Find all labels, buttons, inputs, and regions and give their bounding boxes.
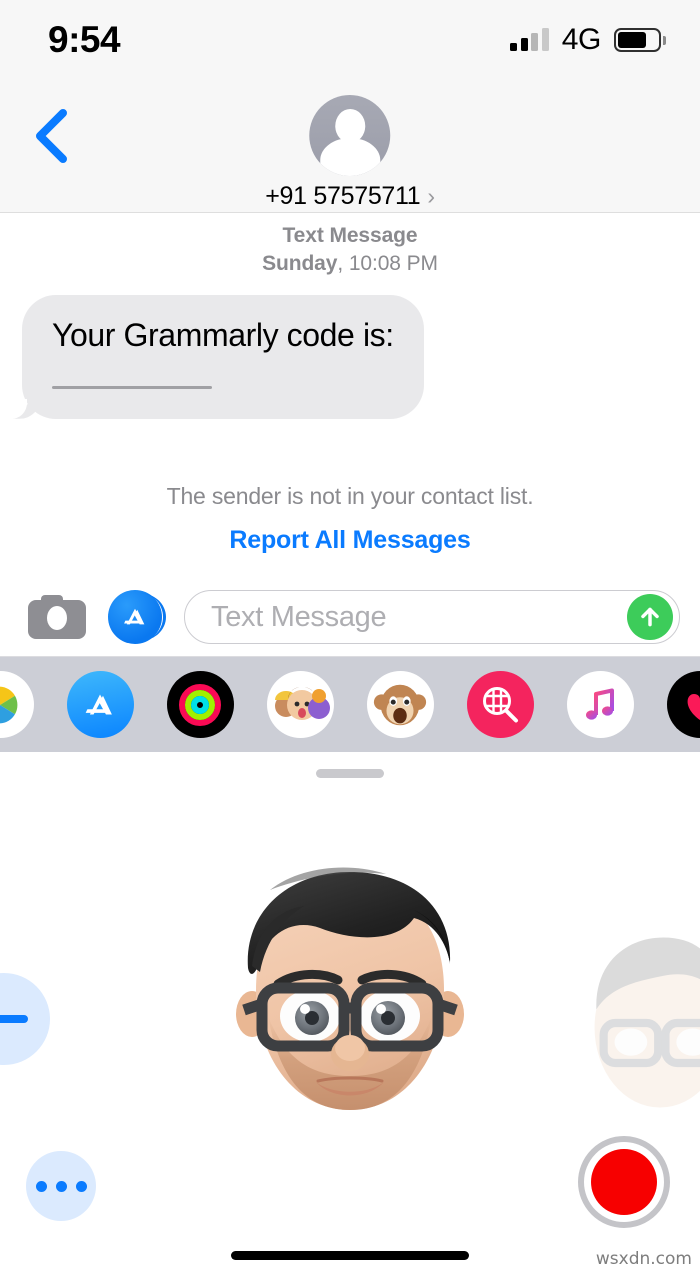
message-meta: Text Message Sunday, 10:08 PM bbox=[0, 213, 700, 276]
camera-button[interactable] bbox=[28, 595, 86, 639]
memoji-selected[interactable] bbox=[200, 848, 500, 1148]
chevron-left-icon bbox=[36, 109, 67, 163]
imessage-apps-button[interactable] bbox=[108, 590, 166, 644]
message-input-bar: Text Message bbox=[0, 578, 700, 657]
activity-rings-icon bbox=[175, 679, 225, 730]
memoji-panel bbox=[0, 755, 700, 1277]
navigation-bar: +91 57575711 › bbox=[0, 80, 700, 213]
watermark: wsxdn.com bbox=[595, 1249, 692, 1269]
app-drawer-item-images[interactable] bbox=[450, 671, 550, 738]
animoji-monkey-icon bbox=[371, 675, 429, 734]
redacted-code-line bbox=[52, 385, 212, 389]
app-drawer-item-fitness[interactable] bbox=[150, 671, 250, 738]
arrow-up-icon bbox=[641, 607, 659, 627]
network-type-label: 4G bbox=[561, 23, 602, 56]
battery-icon bbox=[614, 28, 666, 52]
memoji-stickers-icon bbox=[269, 673, 331, 736]
add-memoji-button[interactable] bbox=[0, 973, 50, 1065]
app-drawer-item-animoji[interactable] bbox=[350, 671, 450, 738]
contact-header[interactable]: +91 57575711 › bbox=[265, 95, 435, 211]
message-day-label: Sunday bbox=[262, 252, 338, 275]
text-message-field[interactable]: Text Message bbox=[184, 590, 680, 644]
status-bar-indicators: 4G bbox=[510, 23, 666, 57]
app-drawer-item-activity-sharing[interactable] bbox=[650, 671, 700, 738]
avatar bbox=[309, 95, 391, 176]
app-store-icon bbox=[85, 694, 112, 714]
chevron-right-icon: › bbox=[427, 183, 435, 209]
send-button[interactable] bbox=[627, 594, 673, 640]
photos-icon bbox=[0, 682, 22, 727]
images-search-icon bbox=[483, 686, 518, 722]
unknown-sender-notice: The sender is not in your contact list. … bbox=[0, 483, 700, 555]
heart-icon bbox=[676, 680, 700, 729]
app-drawer-item-app-store[interactable] bbox=[50, 671, 150, 738]
more-options-button[interactable] bbox=[26, 1151, 96, 1221]
message-type-label: Text Message bbox=[282, 224, 418, 247]
home-indicator[interactable] bbox=[231, 1251, 469, 1260]
app-drawer-item-memoji-stickers[interactable] bbox=[250, 671, 350, 738]
report-all-messages-link[interactable]: Report All Messages bbox=[229, 526, 470, 555]
memoji-next-preview[interactable] bbox=[565, 923, 700, 1123]
status-bar-time: 9:54 bbox=[48, 19, 121, 60]
status-bar: 9:54 4G bbox=[0, 0, 700, 80]
app-store-icon bbox=[124, 608, 145, 625]
message-time-label: , 10:08 PM bbox=[337, 252, 438, 275]
message-bubble-incoming[interactable]: Your Grammarly code is: bbox=[7, 295, 424, 419]
contact-name: +91 57575711 bbox=[265, 182, 421, 210]
message-text: Your Grammarly code is: bbox=[52, 317, 394, 353]
app-drawer-item-music[interactable] bbox=[550, 671, 650, 738]
music-note-icon bbox=[586, 688, 614, 720]
contact-name-row[interactable]: +91 57575711 › bbox=[265, 182, 435, 211]
messages-screen: 9:54 4G +91 57575711 › Text Message Sund… bbox=[0, 0, 700, 1277]
memoji-carousel[interactable] bbox=[0, 778, 700, 1277]
message-list: Your Grammarly code is: bbox=[0, 276, 700, 419]
message-timestamp: Sunday, 10:08 PM bbox=[0, 252, 700, 276]
app-drawer-item-photos[interactable] bbox=[0, 671, 50, 738]
conversation-thread: Text Message Sunday, 10:08 PM Your Gramm… bbox=[0, 213, 700, 578]
back-button[interactable] bbox=[22, 108, 78, 164]
imessage-app-drawer[interactable] bbox=[0, 657, 700, 752]
panel-grabber-handle[interactable] bbox=[316, 769, 384, 778]
cellular-signal-icon bbox=[510, 28, 549, 51]
unknown-sender-text: The sender is not in your contact list. bbox=[166, 482, 534, 509]
text-message-placeholder: Text Message bbox=[211, 600, 387, 633]
record-button[interactable] bbox=[578, 1136, 670, 1228]
record-indicator bbox=[591, 1149, 657, 1215]
